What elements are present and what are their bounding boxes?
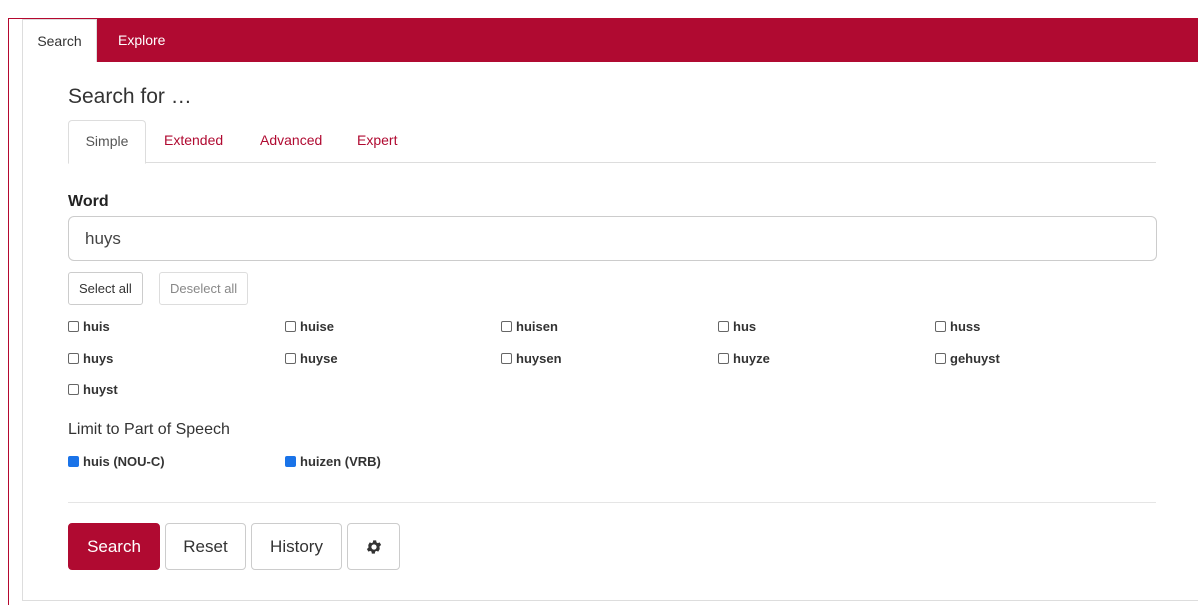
tab-extended[interactable]: Extended bbox=[164, 120, 223, 163]
word-variant-label: huys bbox=[83, 350, 114, 366]
word-variant-label: huisen bbox=[516, 318, 558, 334]
checkbox-box[interactable] bbox=[285, 352, 296, 364]
word-variant-label: huyst bbox=[83, 381, 118, 397]
word-variant-checkbox[interactable]: huyst bbox=[68, 380, 118, 398]
search-button[interactable]: Search bbox=[68, 523, 160, 570]
checkbox-box[interactable] bbox=[68, 320, 79, 332]
word-variant-label: huysen bbox=[516, 350, 562, 366]
word-variant-label: hus bbox=[733, 318, 757, 334]
select-all-button[interactable]: Select all bbox=[68, 272, 143, 305]
pos-label-text: huis (NOU-C) bbox=[83, 453, 165, 469]
settings-button[interactable] bbox=[347, 523, 400, 570]
tab-advanced[interactable]: Advanced bbox=[260, 120, 322, 163]
pos-label-text: huizen (VRB) bbox=[300, 453, 381, 469]
checkbox-box[interactable] bbox=[501, 352, 512, 364]
tab-search[interactable]: Search bbox=[22, 19, 97, 62]
divider bbox=[68, 502, 1156, 503]
search-mode-tabs: Simple Extended Advanced Expert bbox=[68, 120, 1156, 164]
word-variant-checkbox[interactable]: huyse bbox=[285, 349, 338, 367]
pos-label: Limit to Part of Speech bbox=[68, 421, 230, 438]
pos-checkbox[interactable]: huizen (VRB) bbox=[285, 452, 381, 470]
word-variant-label: huis bbox=[83, 318, 110, 334]
word-variant-checkbox[interactable]: gehuyst bbox=[935, 349, 1000, 367]
word-variant-checkbox[interactable]: huys bbox=[68, 349, 113, 367]
word-label: Word bbox=[68, 193, 109, 210]
word-variant-checkbox[interactable]: hus bbox=[718, 317, 756, 335]
top-navbar: Search Explore bbox=[22, 19, 1198, 62]
deselect-all-button[interactable]: Deselect all bbox=[159, 272, 249, 305]
checkbox-box[interactable] bbox=[501, 320, 512, 332]
page-title: Search for … bbox=[68, 85, 192, 108]
word-variant-label: gehuyst bbox=[950, 350, 1000, 366]
word-variant-checkbox[interactable]: huis bbox=[68, 317, 110, 335]
word-variant-label: huss bbox=[950, 318, 981, 334]
checkbox-box[interactable] bbox=[935, 320, 946, 332]
tab-simple[interactable]: Simple bbox=[68, 120, 146, 164]
checkbox-box[interactable] bbox=[68, 455, 79, 467]
checkbox-box[interactable] bbox=[68, 383, 79, 395]
checkbox-box[interactable] bbox=[718, 320, 729, 332]
checkbox-box[interactable] bbox=[285, 455, 296, 467]
checkbox-box[interactable] bbox=[68, 352, 79, 364]
checkbox-box[interactable] bbox=[718, 352, 729, 364]
tab-explore[interactable]: Explore bbox=[118, 19, 165, 62]
reset-button[interactable]: Reset bbox=[165, 523, 246, 570]
word-variant-label: huyze bbox=[733, 350, 770, 366]
word-variant-checkbox[interactable]: huss bbox=[935, 317, 980, 335]
word-variant-checkbox[interactable]: huyze bbox=[718, 349, 770, 367]
word-variant-checkbox[interactable]: huisen bbox=[501, 317, 558, 335]
checkbox-box[interactable] bbox=[935, 352, 946, 364]
word-variant-label: huyse bbox=[300, 350, 338, 366]
history-button[interactable]: History bbox=[251, 523, 342, 570]
word-variant-checkbox[interactable]: huysen bbox=[501, 349, 562, 367]
word-variant-label: huise bbox=[300, 318, 334, 334]
pos-checkbox[interactable]: huis (NOU-C) bbox=[68, 452, 165, 470]
word-variant-checkbox[interactable]: huise bbox=[285, 317, 334, 335]
word-input[interactable] bbox=[68, 216, 1157, 261]
tab-expert[interactable]: Expert bbox=[357, 120, 397, 163]
gear-icon bbox=[365, 538, 383, 556]
checkbox-box[interactable] bbox=[285, 320, 296, 332]
